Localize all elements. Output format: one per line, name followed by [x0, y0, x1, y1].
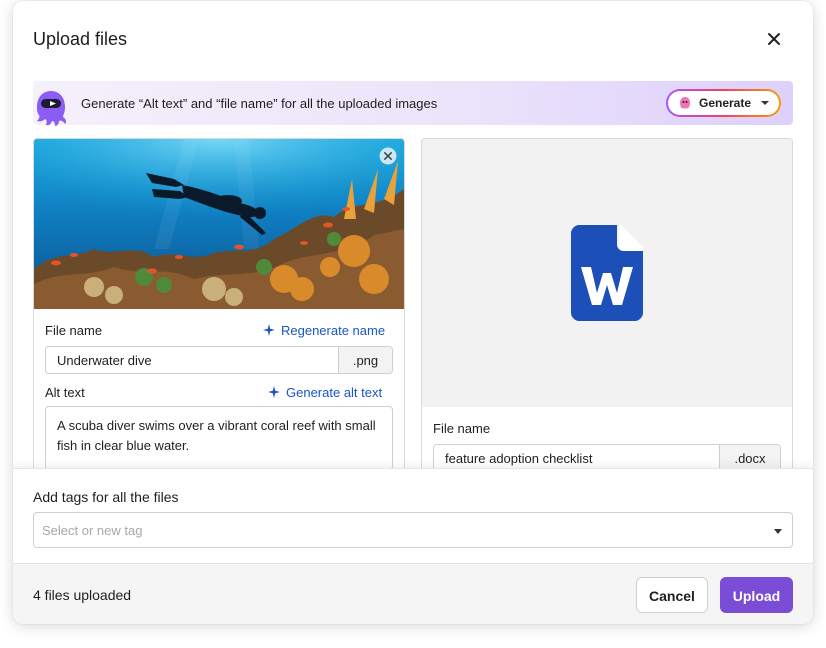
generate-alt-text-link[interactable]: Generate alt text — [268, 385, 382, 400]
word-document-icon — [571, 225, 643, 321]
upload-button[interactable]: Upload — [720, 577, 793, 613]
file-name-value: feature adoption checklist — [445, 451, 593, 466]
banner-text: Generate “Alt text” and “file name” for … — [81, 96, 438, 111]
underwater-diver-image — [34, 139, 404, 309]
dialog-footer: 4 files uploaded Cancel Upload — [13, 563, 813, 624]
generate-label: Generate — [699, 96, 752, 110]
generate-button[interactable]: Generate — [666, 89, 781, 117]
sparkle-icon — [263, 324, 275, 336]
chevron-down-icon — [761, 101, 769, 105]
document-file-card: File name feature adoption checklist .do… — [421, 138, 793, 478]
alt-text-label: Alt text — [45, 385, 85, 400]
files-count: 4 files uploaded — [33, 587, 132, 603]
octopus-mascot-icon — [37, 91, 67, 126]
image-file-card: File name Regenerate name Underwater div… — [33, 138, 405, 478]
upload-files-dialog: Upload files Generate “Alt text” and “fi… — [13, 1, 813, 624]
tags-select[interactable]: Select or new tag — [33, 512, 793, 548]
document-preview — [422, 139, 792, 407]
remove-image-icon[interactable] — [379, 147, 397, 165]
octopus-small-icon — [680, 97, 690, 109]
image-file-name-input[interactable]: Underwater dive .png — [45, 346, 393, 374]
tags-placeholder: Select or new tag — [42, 523, 143, 538]
file-extension: .png — [338, 347, 392, 373]
generate-alt-text-label: Generate alt text — [286, 385, 383, 400]
alt-text-input[interactable]: A scuba diver swims over a vibrant coral… — [45, 406, 393, 470]
file-name-value: Underwater dive — [57, 353, 152, 368]
sparkle-icon — [268, 386, 280, 398]
dialog-title: Upload files — [33, 29, 128, 49]
ai-generate-banner: Generate “Alt text” and “file name” for … — [33, 81, 793, 126]
tags-label: Add tags for all the files — [33, 489, 179, 505]
close-icon[interactable] — [763, 28, 785, 50]
cancel-button[interactable]: Cancel — [636, 577, 708, 613]
chevron-down-icon — [774, 529, 782, 534]
tags-section: Add tags for all the files Select or new… — [13, 468, 813, 568]
regenerate-name-label: Regenerate name — [281, 323, 386, 338]
file-name-label: File name — [433, 421, 491, 436]
regenerate-name-link[interactable]: Regenerate name — [263, 323, 385, 338]
file-name-label: File name — [45, 323, 103, 338]
